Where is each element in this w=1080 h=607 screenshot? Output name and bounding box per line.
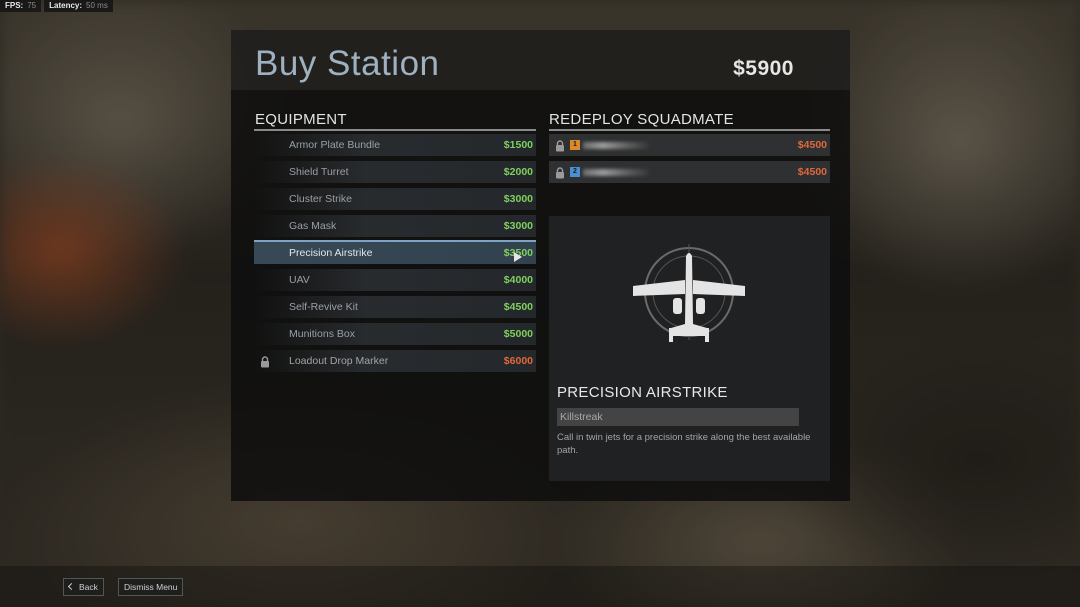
equipment-heading: EQUIPMENT [255, 111, 347, 128]
airstrike-jet-icon [631, 240, 747, 350]
redeploy-heading: REDEPLOY SQUADMATE [549, 111, 734, 128]
equipment-item-name: Shield Turret [289, 166, 349, 178]
squadmate-redeploy-item[interactable]: 2 $4500 [549, 161, 830, 183]
player-cash: $5900 [733, 57, 794, 80]
equipment-item-name: Precision Airstrike [289, 247, 373, 259]
back-label: Back [79, 582, 98, 592]
equipment-item-name: Loadout Drop Marker [289, 355, 389, 367]
detail-description: Call in twin jets for a precision strike… [557, 432, 811, 456]
dismiss-menu-button[interactable]: Dismiss Menu [118, 578, 184, 596]
equipment-item[interactable]: UAV $4000 [254, 269, 536, 291]
squadmate-list: 1 $4500 2 $4500 [549, 134, 830, 188]
lock-icon [555, 166, 565, 179]
back-button[interactable]: Back [63, 578, 104, 596]
redeploy-price: $4500 [797, 139, 827, 151]
squad-number-badge: 2 [570, 167, 580, 177]
equipment-list: Armor Plate Bundle $1500 Shield Turret $200… [254, 134, 536, 377]
equipment-item-price: $3000 [503, 193, 533, 205]
equipment-item-name: Munitions Box [289, 328, 355, 340]
redeploy-divider [549, 129, 830, 131]
lock-icon [555, 139, 565, 152]
equipment-item-price: $6000 [503, 355, 533, 367]
redeploy-price: $4500 [797, 166, 827, 178]
detail-category: Killstreak [557, 408, 799, 426]
redacted-player-name [583, 169, 649, 176]
mouse-cursor-icon [514, 252, 522, 262]
equipment-item[interactable]: Armor Plate Bundle $1500 [254, 134, 536, 156]
detail-item-name: PRECISION AIRSTRIKE [557, 384, 728, 401]
equipment-item-price: $5000 [503, 328, 533, 340]
equipment-item-name: Armor Plate Bundle [289, 139, 381, 151]
equipment-item[interactable]: Munitions Box $5000 [254, 323, 536, 345]
lock-icon [260, 355, 270, 368]
equipment-divider [254, 129, 536, 131]
equipment-item-price: $2000 [503, 166, 533, 178]
equipment-item-name: Gas Mask [289, 220, 337, 232]
equipment-item[interactable]: Shield Turret $2000 [254, 161, 536, 183]
squadmate-redeploy-item[interactable]: 1 $4500 [549, 134, 830, 156]
equipment-item[interactable]: Self-Revive Kit $4500 [254, 296, 536, 318]
item-detail-card: PRECISION AIRSTRIKE Killstreak Call in t… [549, 216, 830, 481]
fps-stat: FPS: 75 [0, 0, 42, 12]
equipment-item-price: $4000 [503, 274, 533, 286]
page-title: Buy Station [255, 44, 440, 83]
latency-stat: Latency: 50 ms [44, 0, 113, 12]
redacted-player-name [583, 142, 649, 149]
equipment-item[interactable]: Precision Airstrike $3500 [254, 240, 536, 264]
equipment-item[interactable]: Loadout Drop Marker $6000 [254, 350, 536, 372]
performance-stats: FPS: 75 Latency: 50 ms [0, 0, 113, 12]
equipment-item-price: $4500 [503, 301, 533, 313]
equipment-item-price: $1500 [503, 139, 533, 151]
equipment-item-name: UAV [289, 274, 310, 286]
chevron-left-icon [67, 582, 76, 591]
equipment-item[interactable]: Gas Mask $3000 [254, 215, 536, 237]
equipment-item-name: Self-Revive Kit [289, 301, 358, 313]
squad-number-badge: 1 [570, 140, 580, 150]
equipment-item-price: $3000 [503, 220, 533, 232]
buy-station-panel: Buy Station $5900 EQUIPMENT REDEPLOY SQU… [231, 30, 850, 501]
equipment-item-name: Cluster Strike [289, 193, 353, 205]
equipment-item[interactable]: Cluster Strike $3000 [254, 188, 536, 210]
